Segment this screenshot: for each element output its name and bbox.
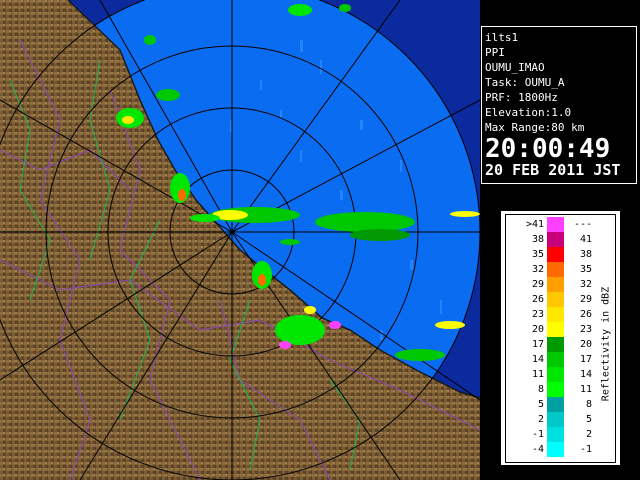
scale-high-value: 20 [579, 339, 592, 350]
scale-color-swatch [547, 367, 564, 382]
scale-low-value: 8 [537, 384, 544, 395]
scale-high-value: 41 [579, 234, 592, 245]
scale-low-value: 2 [537, 414, 544, 425]
color-scale-legend: >41 --- 38 41 35 38 32 35 29 32 26 29 23 26 20 23 17 20 14… [499, 209, 622, 467]
scale-color-swatch [547, 322, 564, 337]
scale-high-value: --- [573, 219, 592, 230]
scale-color-swatch [547, 292, 564, 307]
scale-high-value: 8 [585, 399, 592, 410]
scale-low-value: -4 [531, 444, 544, 455]
scale-color-swatch [547, 262, 564, 277]
scale-low-value: 26 [531, 294, 544, 305]
task-name: Task: OUMU_A [485, 76, 565, 89]
observation-date: 20 FEB 2011 JST [485, 161, 621, 179]
scale-low-value: 23 [531, 309, 544, 320]
scale-row: 25 [506, 412, 615, 427]
scale-color-swatch [547, 307, 564, 322]
scale-color-swatch [547, 397, 564, 412]
scale-low-value: 17 [531, 339, 544, 350]
scale-row: 32 35 [506, 262, 615, 277]
scale-unit-text: Reflectivity in dBZ [600, 286, 612, 402]
color-scale-frame: >41 --- 38 41 35 38 32 35 29 32 26 29 23 26 20 23 17 20 14… [505, 214, 616, 463]
scale-color-swatch [547, 382, 564, 397]
max-range-value: Max Range:80 km [485, 121, 585, 134]
scale-high-value: 17 [579, 354, 592, 365]
scale-low-value: 35 [531, 249, 544, 260]
scan-mode: PPI [485, 46, 505, 59]
scale-color-swatch [547, 442, 564, 457]
scale-low-value: >41 [525, 219, 544, 230]
scale-row: -4 -1 [506, 442, 615, 457]
scale-row: 38 41 [506, 232, 615, 247]
scale-low-value: -1 [531, 429, 544, 440]
scale-row: -1 2 [506, 427, 615, 442]
scale-color-swatch [547, 427, 564, 442]
scale-high-value: 29 [579, 294, 592, 305]
scale-high-value: 35 [579, 264, 592, 275]
prf-value: PRF: 1800Hz [485, 91, 558, 104]
scale-high-value: -1 [579, 444, 592, 455]
scale-low-value: 5 [537, 399, 544, 410]
scale-high-value: 23 [579, 324, 592, 335]
scale-low-value: 29 [531, 279, 544, 290]
scale-low-value: 20 [531, 324, 544, 335]
scale-row: 35 38 [506, 247, 615, 262]
scale-high-value: 11 [579, 384, 592, 395]
scale-high-value: 2 [585, 429, 592, 440]
scale-low-value: 38 [531, 234, 544, 245]
scale-low-value: 11 [531, 369, 544, 380]
scale-high-value: 32 [579, 279, 592, 290]
scale-high-value: 5 [585, 414, 592, 425]
scale-color-swatch [547, 232, 564, 247]
radar-name: ilts1 [485, 31, 519, 44]
info-panel: ilts1 PPI OUMU_IMAO Task: OUMU_A PRF: 18… [481, 26, 637, 184]
scale-color-swatch [547, 277, 564, 292]
scale-color-swatch [547, 217, 564, 232]
scale-color-swatch [547, 352, 564, 367]
scale-low-value: 32 [531, 264, 544, 275]
scale-color-swatch [547, 247, 564, 262]
scale-unit-label: Reflectivity in dBZ [599, 279, 613, 409]
scale-color-swatch [547, 337, 564, 352]
scale-row: >41 --- [506, 217, 615, 232]
radar-ppi-view[interactable] [0, 0, 480, 480]
scale-high-value: 26 [579, 309, 592, 320]
scale-color-swatch [547, 412, 564, 427]
site-name: OUMU_IMAO [485, 61, 545, 74]
scale-low-value: 14 [531, 354, 544, 365]
scale-high-value: 14 [579, 369, 592, 380]
radar-map-canvas [0, 0, 480, 480]
scale-high-value: 38 [579, 249, 592, 260]
elevation-value: Elevation:1.0 [485, 106, 572, 119]
observation-time: 20:00:49 [485, 134, 611, 164]
